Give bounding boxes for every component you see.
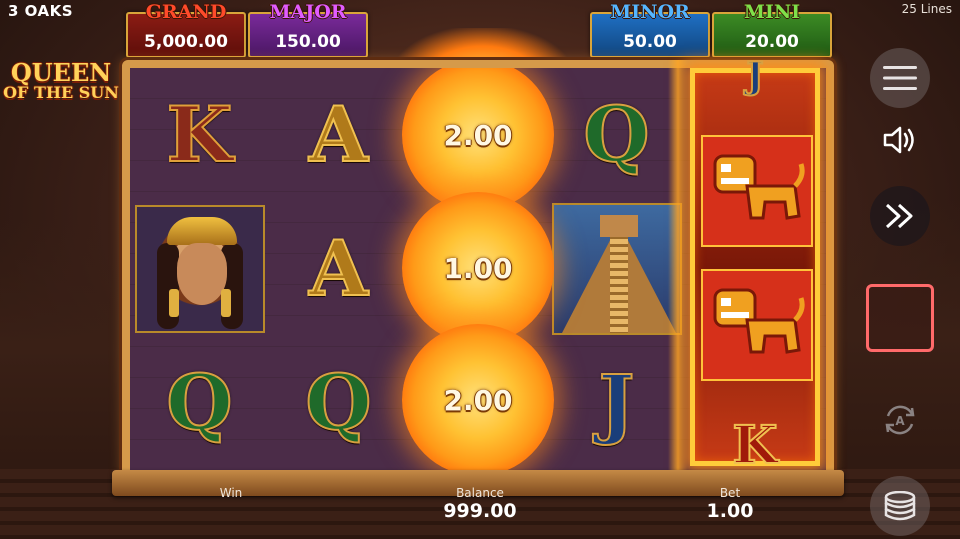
reel-2-symbol-2: A [269,202,408,336]
autoplay-button[interactable]: A [876,396,924,444]
sound-button[interactable] [876,118,924,162]
symbol-letter-q: Q [304,358,372,447]
autoplay-icon: A [885,405,915,435]
balance-label: Balance [456,486,504,500]
jaguar-symbol [701,269,813,381]
bet-value: 1.00 [706,500,754,522]
bet-button[interactable] [870,476,930,536]
jackpot-minor: MINOR 50.00 [590,1,710,58]
game-logo: QUEEN OF THE SUN [2,58,120,102]
fast-forward-icon [885,203,913,229]
reel-4-symbol-1: Q [547,68,686,202]
jaguar-symbol [701,135,813,247]
logo-line-1: QUEEN [10,58,112,87]
symbol-letter-k: K [165,90,233,179]
lines-count: 25 Lines [901,2,952,16]
jackpot-grand-label: GRAND [145,1,227,23]
flame-effect [668,60,688,480]
coin-stack-icon [884,491,916,521]
symbol-letter-j: J [745,54,764,98]
bet-display: Bet 1.00 [690,486,770,522]
queen-symbol [134,205,265,333]
symbol-letter-a: A [308,90,369,179]
jackpot-grand-value: 5,000.00 [144,32,228,52]
pyramid-symbol [551,203,682,335]
sun-value: 1.00 [443,251,513,285]
speaker-icon [883,126,914,154]
reel-2-symbol-3: Q [269,336,408,470]
jaguar-icon [713,288,805,354]
sun-bonus-symbol: 2.00 [402,68,554,211]
balance-value: 999.00 [443,500,517,522]
jackpot-major-label: MAJOR [269,1,347,23]
reel-1-symbol-2 [130,202,269,336]
hamburger-menu-icon [883,66,917,90]
jackpot-mini-label: MINI [743,1,801,23]
bet-label: Bet [719,486,741,500]
svg-text:A: A [895,414,905,428]
brand-name: 3 OAKS [8,2,74,20]
win-display: Win [196,486,266,500]
reel-2-symbol-1: A [269,68,408,202]
turbo-button[interactable] [870,186,930,246]
win-label: Win [219,486,243,500]
jackpot-mini-value: 20.00 [745,32,799,52]
sun-bonus-symbol: 2.00 [402,324,554,470]
logo-line-2: OF THE SUN [3,82,119,102]
sun-value: 2.00 [443,383,513,417]
sun-value: 2.00 [443,118,513,152]
reel-4-symbol-2 [547,202,686,336]
crown-icon [166,217,237,245]
reel-1-symbol-3: Q [130,336,269,470]
symbol-letter-a: A [308,224,369,313]
reel-4-symbol-3: J [547,336,686,470]
reel-5-highlighted: J K [690,54,820,477]
symbol-letter-j: J [598,358,636,447]
menu-button[interactable] [870,48,930,108]
jackpot-major-value: 150.00 [275,32,341,52]
jaguar-icon [713,154,805,220]
spin-stop-button[interactable] [866,284,934,352]
sun-bonus-symbol: 1.00 [402,192,554,344]
symbol-letter-k: K [731,414,778,477]
symbol-letter-q: Q [582,90,650,179]
balance-display: Balance 999.00 [420,486,540,522]
jackpot-minor-label: MINOR [610,1,690,23]
jackpot-mini: MINI 20.00 [712,1,832,58]
jackpot-minor-value: 50.00 [623,32,677,52]
symbol-letter-q: Q [165,358,233,447]
reel-1-symbol-1: K [130,68,269,202]
jackpot-grand: GRAND 5,000.00 [126,1,246,58]
jackpot-major: MAJOR 150.00 [248,1,368,58]
